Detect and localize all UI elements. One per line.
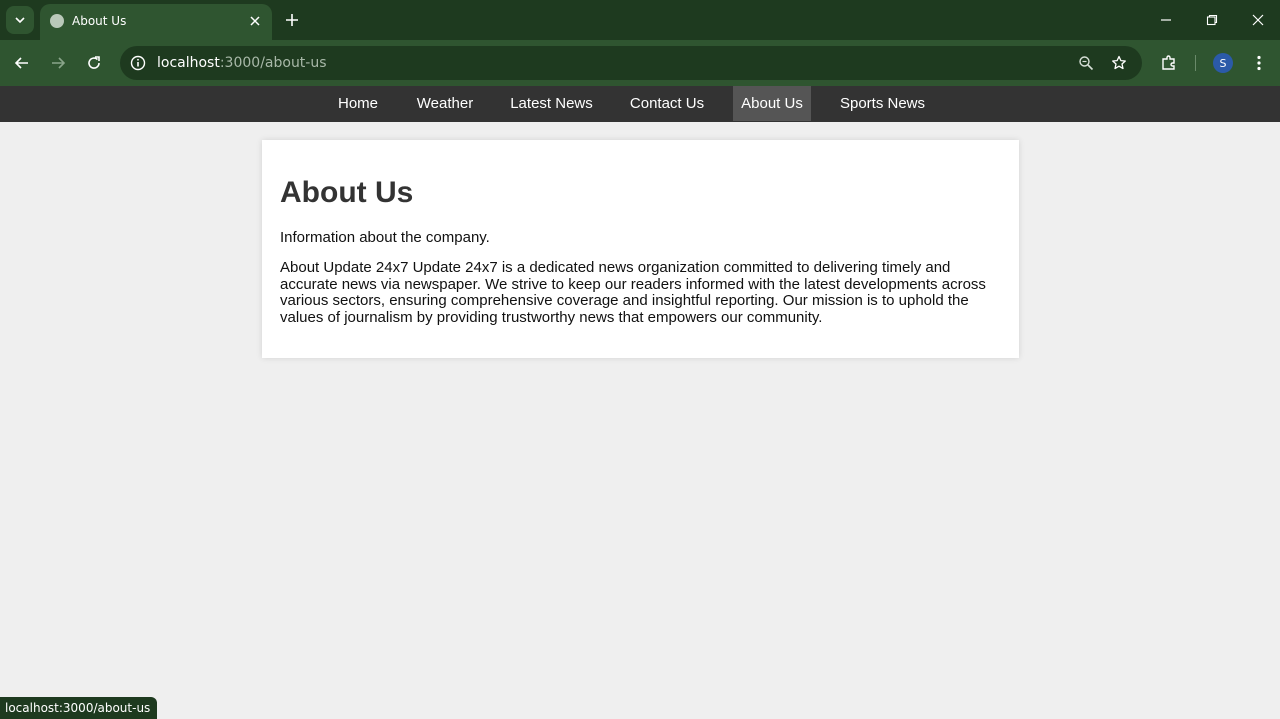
nav-about-us[interactable]: About Us: [733, 86, 811, 121]
nav-weather[interactable]: Weather: [408, 86, 482, 121]
forward-button[interactable]: [46, 51, 70, 75]
minimize-icon: [1161, 19, 1171, 21]
chevron-down-icon: [15, 17, 25, 24]
plus-icon: [286, 14, 298, 26]
intro-text: Information about the company.: [280, 229, 490, 246]
reload-button[interactable]: [82, 51, 106, 75]
close-icon: [250, 16, 260, 26]
profile-avatar[interactable]: S: [1213, 53, 1233, 73]
tab-search-button[interactable]: [6, 6, 34, 34]
active-tab[interactable]: About Us: [40, 4, 272, 40]
about-card: About Us Information about the company. …: [262, 140, 1019, 358]
globe-icon: [50, 14, 64, 28]
nav-contact-us[interactable]: Contact Us: [622, 86, 712, 121]
nav-latest-news[interactable]: Latest News: [502, 86, 601, 121]
nav-sports-news[interactable]: Sports News: [832, 86, 933, 121]
reload-icon: [88, 56, 100, 69]
close-icon: [1252, 14, 1264, 26]
zoom-icon[interactable]: [1076, 53, 1096, 73]
url-text: localhost:3000/about-us: [157, 55, 327, 71]
toolbar-divider: [1195, 55, 1196, 71]
arrow-right-icon: [52, 57, 66, 69]
nav-home[interactable]: Home: [329, 86, 387, 121]
arrow-left-icon: [14, 57, 28, 69]
site-info-icon[interactable]: [129, 54, 147, 72]
puzzle-icon: [1162, 55, 1175, 70]
page-title: About Us: [280, 176, 414, 209]
close-window-button[interactable]: [1248, 10, 1268, 30]
bookmark-star-icon[interactable]: [1109, 53, 1129, 73]
tab-strip: About Us: [0, 0, 1280, 40]
extensions-button[interactable]: [1157, 51, 1181, 75]
new-tab-button[interactable]: [282, 10, 302, 30]
tab-title: About Us: [72, 14, 127, 28]
minimize-button[interactable]: [1156, 10, 1176, 30]
restore-button[interactable]: [1202, 10, 1222, 30]
url-host: localhost: [157, 55, 220, 71]
browser-toolbar: localhost:3000/about-us S: [0, 40, 1280, 86]
kebab-menu-icon: [1257, 55, 1261, 71]
status-bubble: localhost:3000/about-us: [0, 697, 158, 719]
about-description: About Update 24x7 Update 24x7 is a dedic…: [280, 259, 986, 326]
address-bar[interactable]: localhost:3000/about-us: [120, 46, 1142, 80]
menu-button[interactable]: [1247, 51, 1271, 75]
site-nav: Home Weather Latest News Contact Us Abou…: [0, 86, 1280, 122]
restore-icon: [1206, 14, 1218, 26]
url-path: :3000/about-us: [219, 55, 327, 71]
tab-close-button[interactable]: [246, 12, 264, 30]
back-button[interactable]: [10, 51, 34, 75]
